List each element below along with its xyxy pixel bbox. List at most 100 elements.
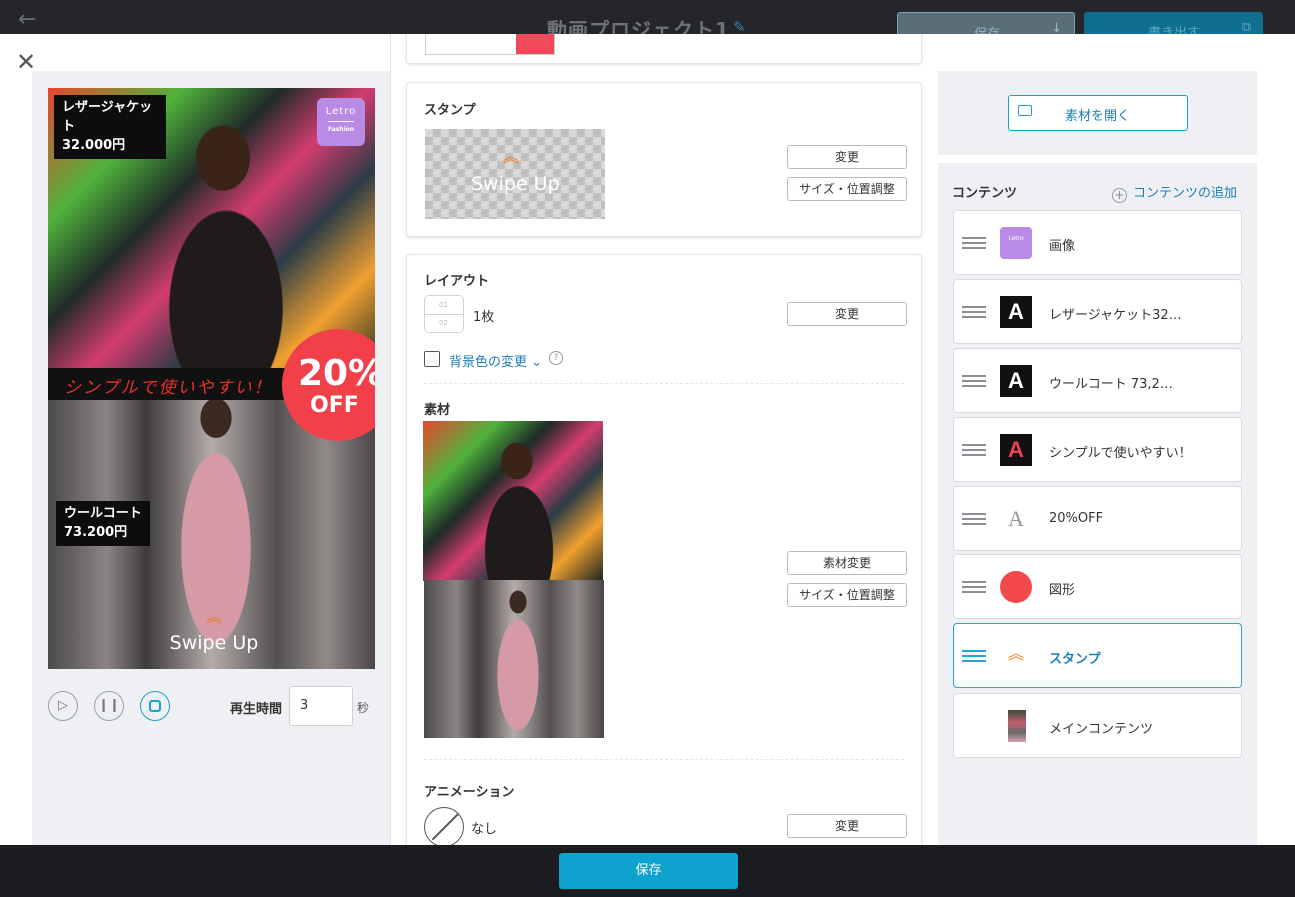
circle-shape-icon	[1000, 571, 1032, 603]
chevron-up-icon: ︽	[503, 147, 520, 166]
content-item-text-jacket[interactable]: A レザージャケット32…	[953, 279, 1242, 344]
arrow-left-icon[interactable]: ←	[18, 9, 44, 31]
duration-input[interactable]: 3	[289, 686, 353, 726]
price-tag-coat: ウールコート 73.200円	[56, 501, 150, 546]
open-material-panel: 素材を開く	[938, 71, 1257, 155]
color-swatch[interactable]	[425, 34, 555, 55]
text-icon: A	[1000, 365, 1032, 397]
drag-handle-icon[interactable]	[962, 306, 986, 318]
content-item-label: シンプルで使いやすい！	[1049, 446, 1192, 461]
material-photo-woman	[424, 580, 604, 738]
layout-section-title: レイアウト	[424, 274, 490, 289]
no-animation-icon	[424, 807, 464, 845]
layout-grid-icon: 01 02	[424, 295, 464, 333]
play-icon[interactable]: ▷	[48, 691, 78, 721]
text-outline-icon: A	[1008, 506, 1024, 531]
stop-icon[interactable]	[140, 691, 170, 721]
content-item-label: 画像	[1049, 239, 1076, 254]
badge-percent: 20%	[298, 353, 375, 394]
material-photo-man	[423, 421, 603, 581]
layout-change-button[interactable]: 変更	[787, 302, 907, 326]
chevron-up-icon: ︽	[205, 607, 222, 626]
content-item-main[interactable]: メインコンテンツ	[953, 693, 1242, 758]
content-item-text-coat[interactable]: A ウールコート 73,2…	[953, 348, 1242, 413]
stamp-section-title: スタンプ	[424, 103, 476, 118]
logo-subtext: Fashion	[327, 126, 355, 133]
plus-circle-icon: +	[1112, 188, 1127, 203]
drag-handle-icon[interactable]	[962, 375, 986, 387]
divider	[424, 759, 904, 760]
drag-handle-icon[interactable]	[962, 513, 986, 525]
price-tag-jacket: レザージャケット 32.000円	[54, 95, 166, 159]
stamp-preview: ︽ Swipe Up	[425, 129, 605, 219]
material-change-button[interactable]: 素材変更	[787, 551, 907, 575]
bg-color-checkbox[interactable]	[424, 351, 440, 367]
duration-unit: 秒	[357, 701, 370, 715]
animation-change-button[interactable]: 変更	[787, 814, 907, 838]
previous-section-card	[406, 34, 922, 64]
drag-handle-icon[interactable]	[962, 444, 986, 456]
playback-controls: ▷ ❙❙ 再生時間 3 秒	[48, 686, 388, 726]
catch-text-overlay: シンプルで使いやすい！	[48, 368, 288, 400]
photo-thumbnail-icon	[1008, 710, 1026, 742]
swipe-up-stamp: ︽ Swipe Up	[166, 607, 262, 655]
material-size-button[interactable]: サイズ・位置調整	[787, 583, 907, 607]
contents-panel: コンテンツ + コンテンツの追加 Letro 画像 A レザージャケット32… A…	[938, 163, 1257, 845]
content-item-label: 20%OFF	[1049, 511, 1104, 526]
stamp-section: スタンプ ︽ Swipe Up 変更 サイズ・位置調整	[406, 82, 922, 237]
content-item-text-discount[interactable]: A 20%OFF	[953, 486, 1242, 551]
text-red-icon: A	[1000, 434, 1032, 466]
bg-color-toggle[interactable]: 背景色の変更 ⌄	[449, 351, 542, 370]
video-preview: シンプルで使いやすい！ レザージャケット 32.000円 Letro Fashi…	[48, 88, 375, 669]
stamp-size-button[interactable]: サイズ・位置調整	[787, 177, 907, 201]
chevron-up-icon: ︽	[1007, 644, 1024, 663]
logo-text: Letro	[325, 106, 357, 117]
material-section-title: 素材	[424, 403, 451, 418]
content-item-text-catch[interactable]: A シンプルで使いやすい！	[953, 417, 1242, 482]
content-edit-modal: ✕ シンプルで使いやすい！ レザージャケット 32.000円 Letro Fas…	[0, 34, 1295, 845]
drag-handle-icon[interactable]	[962, 237, 986, 249]
image-thumbnail-icon: Letro	[1000, 227, 1032, 259]
text-icon: A	[1000, 296, 1032, 328]
contents-title: コンテンツ	[952, 186, 1018, 201]
content-item-label: レザージャケット32…	[1049, 308, 1182, 323]
add-content-button[interactable]: + コンテンツの追加	[1112, 182, 1237, 203]
stamp-preview-text: Swipe Up	[471, 173, 560, 195]
contents-column: 素材を開く コンテンツ + コンテンツの追加 Letro 画像 A レザージャケッ…	[938, 71, 1257, 845]
folder-icon	[1018, 105, 1032, 116]
pause-icon[interactable]: ❙❙	[94, 691, 124, 721]
tag-coat-name: ウールコート	[64, 506, 142, 521]
animation-value: なし	[471, 822, 498, 837]
badge-off: OFF	[310, 393, 359, 418]
add-content-label: コンテンツの追加	[1133, 186, 1238, 201]
drag-handle-icon[interactable]	[962, 650, 986, 662]
animation-section-title: アニメーション	[424, 785, 515, 800]
layout-section: レイアウト 01 02 1枚 変更 背景色の変更 ⌄ ? 素材 素材変更 サイズ・…	[406, 254, 922, 845]
settings-column: スタンプ ︽ Swipe Up 変更 サイズ・位置調整 レイアウト 01 02 1…	[406, 34, 922, 845]
column-divider	[390, 34, 391, 845]
tag-jacket-price: 32.000円	[62, 138, 126, 153]
preview-pane: シンプルで使いやすい！ レザージャケット 32.000円 Letro Fashi…	[32, 71, 390, 845]
content-item-image[interactable]: Letro 画像	[953, 210, 1242, 275]
layout-value: 1枚	[473, 310, 495, 325]
open-material-label: 素材を開く	[1065, 109, 1131, 124]
help-icon[interactable]: ?	[549, 351, 563, 365]
content-item-label: メインコンテンツ	[1049, 722, 1154, 737]
tag-jacket-name: レザージャケット	[62, 100, 153, 134]
content-item-label: 図形	[1049, 583, 1076, 598]
duration-label: 再生時間	[230, 702, 283, 717]
save-button[interactable]: 保存	[559, 853, 738, 889]
tag-coat-price: 73.200円	[64, 525, 128, 540]
stamp-change-button[interactable]: 変更	[787, 145, 907, 169]
content-item-shape[interactable]: 図形	[953, 554, 1242, 619]
modal-footer: 保存	[0, 845, 1295, 897]
content-item-label: スタンプ	[1049, 652, 1101, 667]
drag-handle-icon[interactable]	[962, 581, 986, 593]
content-item-stamp[interactable]: ︽ スタンプ	[953, 623, 1242, 688]
brand-logo: Letro Fashion	[317, 98, 365, 146]
export-icon: ⧉	[1241, 20, 1251, 35]
content-item-label: ウールコート 73,2…	[1049, 377, 1173, 392]
swipe-up-text: Swipe Up	[169, 632, 259, 654]
open-material-button[interactable]: 素材を開く	[1008, 95, 1188, 131]
divider	[424, 383, 904, 384]
